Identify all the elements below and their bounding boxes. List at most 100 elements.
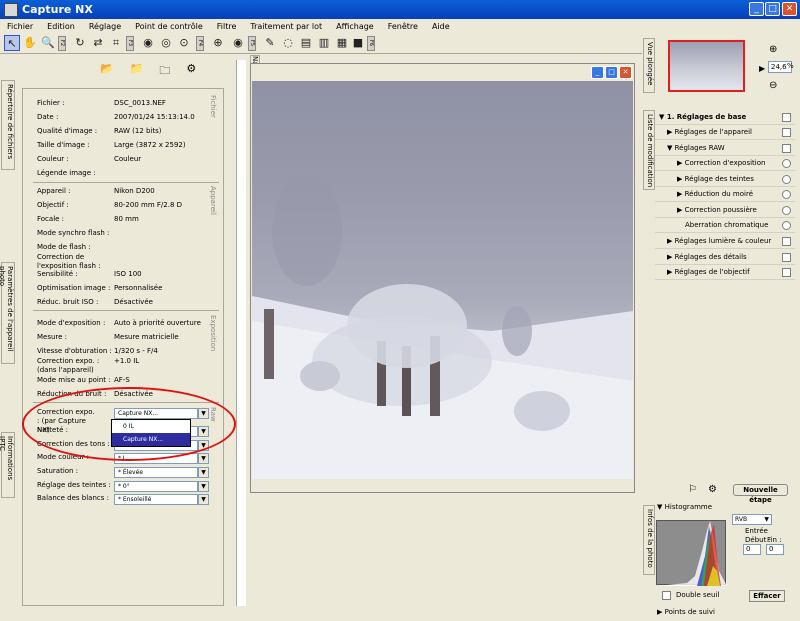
edit-item-raw[interactable]: ▼ Réglages RAW — [655, 141, 795, 156]
edit-item-light-color[interactable]: ▶ Réglages lumière & couleur — [655, 234, 795, 249]
hue-adjust-select[interactable]: * 0° ▼ — [114, 481, 209, 492]
new-step-button[interactable]: Nouvelle étape — [733, 484, 788, 504]
edit-item-hue[interactable]: ▶ Réglage des teintes — [655, 172, 795, 187]
dropdown-option-0il[interactable]: 0 IL — [112, 420, 190, 433]
edit-item-chromatic[interactable]: Aberration chromatique — [655, 218, 795, 233]
marquee-icon[interactable]: ▦ — [334, 35, 350, 51]
chevron-down-icon[interactable]: ▼ — [198, 440, 209, 451]
brush-plus-icon[interactable]: ✎ — [262, 35, 278, 51]
clear-button[interactable]: Effacer — [749, 590, 785, 602]
saturation-select[interactable]: * Élevée ▼ — [114, 467, 209, 478]
fin-input[interactable]: 0 — [766, 544, 784, 555]
tab-bird-view[interactable]: Vue plongée — [643, 38, 655, 93]
edit-item-exposure[interactable]: ▶ Correction d'exposition — [655, 156, 795, 171]
checkbox[interactable] — [782, 268, 791, 277]
hand-tool-icon[interactable]: ✋ — [22, 35, 38, 51]
edit-item-camera[interactable]: ▶ Réglages de l'appareil — [655, 125, 795, 140]
tab-iptc[interactable]: Informations IPTC — [0, 432, 15, 498]
edit-item-base[interactable]: ▼ 1. Réglages de base — [655, 110, 795, 125]
minimize-button[interactable]: _ — [749, 2, 764, 16]
f3-key[interactable]: F3 — [126, 36, 134, 51]
photo-info-panel: Fichier Fichier : DSC_0013.NEF Date :2007… — [22, 88, 224, 606]
chevron-down-icon[interactable]: ▼ — [198, 494, 209, 505]
checkbox[interactable] — [782, 144, 791, 153]
white-balance-select[interactable]: * Ensoleillé ▼ — [114, 494, 209, 505]
debut-input[interactable]: 0 — [743, 544, 761, 555]
tab-edit-list[interactable]: Liste de modification — [643, 110, 655, 190]
chevron-down-icon[interactable]: ▼ — [198, 467, 209, 478]
neutral-point-icon[interactable]: ⊙ — [176, 35, 192, 51]
radio[interactable] — [782, 159, 791, 168]
f2-key[interactable]: F2 — [58, 36, 66, 51]
radio[interactable] — [782, 175, 791, 184]
folder-arrow-icon[interactable]: 📁 — [130, 62, 144, 78]
menu-reglage[interactable]: Réglage — [82, 22, 128, 31]
menu-fenetre[interactable]: Fenêtre — [381, 22, 425, 31]
white-point-icon[interactable]: ◎ — [158, 35, 174, 51]
tab-photo-info[interactable]: Infos de la photo — [643, 505, 655, 575]
chevron-down-icon[interactable]: ▼ — [198, 453, 209, 464]
pointer-tool-icon[interactable]: ↖ — [4, 35, 20, 51]
tracking-points-header[interactable]: ▶ Points de suivi — [657, 608, 715, 616]
menu-fichier[interactable]: Fichier — [0, 22, 40, 31]
crop-tool-icon[interactable]: ⌗ — [108, 35, 124, 51]
menu-point-de-controle[interactable]: Point de contrôle — [128, 22, 210, 31]
navigator-thumbnail[interactable] — [668, 40, 745, 92]
chevron-down-icon[interactable]: ▼ — [198, 481, 209, 492]
tab-file-browser[interactable]: Répertoire de fichiers — [1, 80, 15, 170]
chevron-down-icon[interactable]: ▼ — [198, 408, 209, 419]
entree-label: Entrée — [745, 527, 768, 535]
edit-item-dust[interactable]: ▶ Correction poussière — [655, 203, 795, 218]
red-eye-icon[interactable]: ⊕ — [210, 35, 226, 51]
radio[interactable] — [782, 190, 791, 199]
image-maximize-button[interactable]: □ — [605, 66, 618, 79]
menu-filtre[interactable]: Filtre — [210, 22, 244, 31]
image-minimize-button[interactable]: _ — [591, 66, 604, 79]
black-point-icon[interactable]: ◉ — [140, 35, 156, 51]
histogram-channel-select[interactable]: RVB ▼ — [732, 514, 772, 525]
f6-key[interactable]: F6 — [367, 36, 375, 51]
menu-affichage[interactable]: Affichage — [329, 22, 381, 31]
menu-edition[interactable]: Edition — [40, 22, 82, 31]
checkbox[interactable] — [782, 128, 791, 137]
left-scrollbar[interactable] — [236, 60, 246, 606]
eye-icon[interactable]: ◉ — [230, 35, 246, 51]
color-mode-select[interactable]: * I ▼ — [114, 453, 209, 464]
folder-export-icon[interactable]: 🗀 — [159, 62, 170, 78]
maximize-button[interactable]: □ — [765, 2, 780, 16]
radio[interactable] — [782, 206, 791, 215]
open-folder-icon[interactable]: 📂 — [100, 62, 114, 78]
zoom-tool-icon[interactable]: 🔍 — [40, 35, 56, 51]
close-button[interactable]: ✕ — [782, 2, 797, 16]
dropdown-option-capture-nx[interactable]: Capture NX... — [112, 433, 190, 446]
rotate-tool-icon[interactable]: ↻ — [72, 35, 88, 51]
f5-key[interactable]: F5 — [248, 36, 256, 51]
histogram-title: ▼ Histogramme — [657, 503, 713, 511]
edit-item-details[interactable]: ▶ Réglages des détails — [655, 250, 795, 265]
double-threshold-checkbox[interactable] — [662, 591, 671, 600]
checkbox[interactable] — [782, 113, 791, 122]
edit-item-lens[interactable]: ▶ Réglages de l'objectif — [655, 265, 795, 280]
gradient-icon[interactable]: ▥ — [316, 35, 332, 51]
gear-icon[interactable]: ⚙ — [186, 62, 196, 78]
selection-icon[interactable]: ■ — [350, 35, 366, 51]
flag-icon[interactable]: ⚐ — [688, 484, 697, 495]
fill-icon[interactable]: ▤ — [298, 35, 314, 51]
chevron-down-icon[interactable]: ▼ — [198, 426, 209, 437]
zoom-in-icon[interactable]: ⊕ — [769, 44, 777, 55]
photo-canvas[interactable] — [252, 81, 633, 479]
radio[interactable] — [782, 221, 791, 230]
f4-key[interactable]: F4 — [196, 36, 204, 51]
menu-traitement-par-lot[interactable]: Traitement par lot — [243, 22, 329, 31]
menu-aide[interactable]: Aide — [425, 22, 457, 31]
edit-item-moire[interactable]: ▶ Réduction du moiré — [655, 187, 795, 202]
checkbox[interactable] — [782, 237, 791, 246]
zoom-out-icon[interactable]: ⊖ — [769, 80, 777, 91]
checkbox[interactable] — [782, 253, 791, 262]
image-close-button[interactable]: ✕ — [619, 66, 632, 79]
straighten-tool-icon[interactable]: ⇄ — [90, 35, 106, 51]
settings-gear-icon[interactable]: ⚙ — [708, 484, 717, 495]
exposure-correction-select[interactable]: Capture NX... ▼ — [114, 408, 209, 419]
lasso-icon[interactable]: ◌ — [280, 35, 296, 51]
tab-camera-settings[interactable]: Paramètres de l'appareil photo — [0, 262, 15, 364]
